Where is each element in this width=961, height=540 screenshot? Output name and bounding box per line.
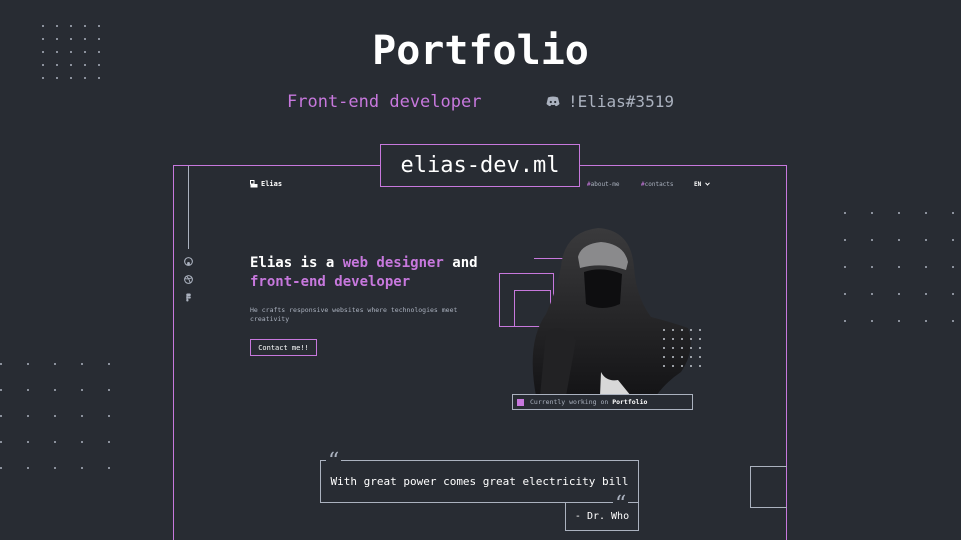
figma-icon[interactable]	[184, 293, 193, 302]
social-divider-line	[188, 166, 189, 249]
contact-button[interactable]: Contact me!!	[250, 339, 317, 356]
page-title: Portfolio	[372, 28, 589, 74]
hero-heading: Elias is a web designer and front-end de…	[250, 255, 478, 290]
dot-grid-photo	[663, 329, 701, 367]
logo-text: Elias	[261, 180, 283, 188]
dot-grid-right	[844, 212, 954, 322]
dot-grid-left	[0, 363, 110, 469]
hero-subtext: He crafts responsive websites where tech…	[250, 306, 458, 323]
current-project-status: Currently working on Portfolio	[512, 394, 693, 410]
open-quote-icon: “	[326, 449, 342, 474]
github-icon[interactable]	[184, 257, 193, 266]
status-text: Currently working on Portfolio	[530, 398, 648, 406]
hero-photo	[532, 228, 691, 396]
deco-rectangle	[750, 466, 787, 508]
dribbble-icon[interactable]	[184, 275, 193, 284]
domain-label[interactable]: elias-dev.ml	[380, 144, 580, 187]
role-subtitle: Front-end developer	[287, 92, 482, 112]
chevron-down-icon	[704, 182, 710, 186]
logo-icon	[250, 180, 258, 188]
quote-text: With great power comes great electricity…	[330, 475, 629, 488]
language-select[interactable]: EN	[694, 181, 710, 188]
quote-box: With great power comes great electricity…	[320, 460, 639, 503]
discord-contact[interactable]: !Elias#3519	[546, 92, 674, 111]
nav-contacts[interactable]: #contacts	[641, 181, 674, 188]
status-square-icon	[517, 398, 524, 406]
quote-author: - Dr. Who	[565, 502, 639, 531]
discord-handle: !Elias#3519	[568, 92, 674, 111]
discord-icon	[546, 96, 560, 107]
nav-about-me[interactable]: #about-me	[587, 181, 620, 188]
site-logo[interactable]: Elias	[250, 180, 282, 188]
